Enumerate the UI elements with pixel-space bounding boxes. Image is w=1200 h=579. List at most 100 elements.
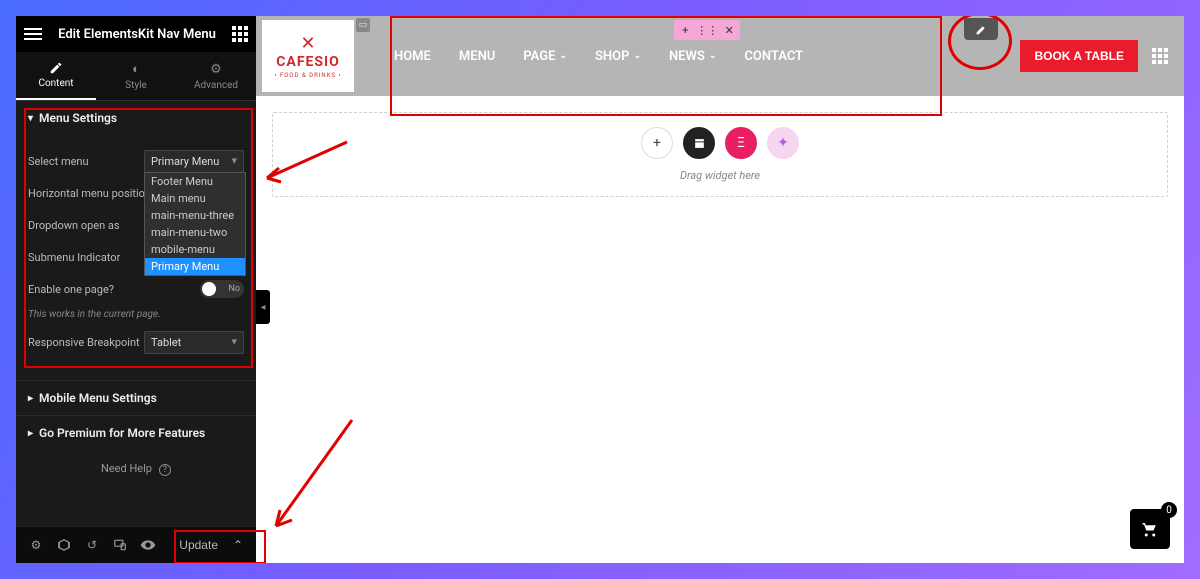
menu-option[interactable]: Footer Menu [145,173,245,190]
pencil-icon [975,23,988,36]
tab-style[interactable]: ◐ Style [96,52,176,100]
delete-section-icon[interactable]: ✕ [718,20,740,40]
drag-hint: Drag widget here [680,169,760,182]
nav-widget[interactable]: + ⋮⋮ ✕ HOME MENU PAGE ⌄ SHOP ⌄ NEWS ⌄ [394,16,1020,96]
tab-advanced[interactable]: ⚙ Advanced [176,52,256,100]
menu-option-selected[interactable]: Primary Menu [145,258,245,275]
breakpoint-field[interactable]: Tablet [144,331,244,354]
help-label: Need Help [101,462,152,475]
section-actions: + Ξ ✦ [641,127,799,159]
tab-content[interactable]: Content [16,52,96,100]
toggle-knob [202,282,216,296]
breakpoint-label: Responsive Breakpoint [28,336,140,349]
device-badge-icon[interactable]: ▭ [356,18,370,32]
site-header: ✕ CAFESIO • FOOD & DRINKS • ▭ + ⋮⋮ ✕ [256,16,1184,96]
nav-label: HOME [394,49,431,64]
header-grid-icon[interactable] [1152,48,1168,64]
caret-right-icon: ▸ [28,428,33,439]
template-icon[interactable] [683,127,715,159]
menu-option[interactable]: mobile-menu [145,241,245,258]
select-menu-label: Select menu [28,155,89,168]
menu-option[interactable]: main-menu-two [145,224,245,241]
add-widget-icon[interactable]: + [641,127,673,159]
sidebar-topbar: Edit ElementsKit Nav Menu [16,16,256,52]
chevron-down-icon: ⌄ [559,51,567,61]
cart-button[interactable]: 0 [1130,509,1170,549]
sidebar-tabs: Content ◐ Style ⚙ Advanced [16,52,256,101]
navigator-icon[interactable] [52,533,76,557]
nav-item-news[interactable]: NEWS ⌄ [669,49,716,64]
tab-label: Content [38,78,73,89]
cart-count: 0 [1161,502,1177,518]
preview-icon[interactable] [136,533,160,557]
logo-icon: ✕ [300,33,315,54]
elementskit-icon[interactable]: Ξ [725,127,757,159]
cart-icon [1141,520,1159,538]
toggle-value: No [228,284,240,294]
nav-item-home[interactable]: HOME [394,49,431,64]
nav-item-contact[interactable]: CONTACT [744,49,803,64]
breakpoint-value[interactable]: Tablet [144,331,244,354]
one-page-label: Enable one page? [28,283,114,296]
widgets-grid-icon[interactable] [232,26,248,42]
one-page-note: This works in the current page. [28,309,244,320]
select-menu-dropdown: Footer Menu Main menu main-menu-three ma… [144,172,246,276]
select-menu-value[interactable]: Primary Menu [144,150,244,173]
nav-label: MENU [459,49,495,64]
help-icon: ? [159,464,171,476]
empty-section[interactable]: + Ξ ✦ Drag widget here [272,112,1168,197]
section-menu-settings[interactable]: ▾ Menu Settings [16,101,256,135]
logo-text: CAFESIO [276,54,340,70]
sidebar-footer: ⚙ ↺ Update ⌃ [16,526,256,563]
chevron-down-icon: ⌄ [633,51,641,61]
nav-label: NEWS [669,49,705,64]
update-options[interactable]: ⌃ [228,533,248,557]
book-table-button[interactable]: BOOK A TABLE [1020,40,1138,72]
chevron-down-icon: ⌄ [709,51,717,61]
horizontal-pos-label: Horizontal menu positio [28,187,145,200]
section-mobile-menu[interactable]: ▸ Mobile Menu Settings [16,380,256,415]
responsive-icon[interactable] [108,533,132,557]
caret-down-icon: ▾ [28,113,33,124]
canvas: ✕ CAFESIO • FOOD & DRINKS • ▭ + ⋮⋮ ✕ [256,16,1184,563]
need-help[interactable]: Need Help ? [16,450,256,487]
menu-icon[interactable] [24,28,42,40]
dropdown-open-label: Dropdown open as [28,219,120,232]
select-menu-field[interactable]: Primary Menu Footer Menu Main menu main-… [144,150,244,173]
section-title: Go Premium for More Features [39,426,205,440]
menu-option[interactable]: Main menu [145,190,245,207]
nav-label: CONTACT [744,49,803,64]
gear-icon: ⚙ [210,62,222,77]
history-icon[interactable]: ↺ [80,533,104,557]
one-page-toggle[interactable]: No [200,280,244,298]
nav-item-page[interactable]: PAGE ⌄ [523,49,567,64]
tab-label: Style [125,80,147,91]
caret-right-icon: ▸ [28,393,33,404]
menu-settings-body: Select menu Primary Menu Footer Menu Mai… [16,135,256,368]
nav-label: SHOP [595,49,629,64]
nav-item-shop[interactable]: SHOP ⌄ [595,49,641,64]
primary-nav: HOME MENU PAGE ⌄ SHOP ⌄ NEWS ⌄ CONTACT [394,49,803,64]
nav-label: PAGE [523,49,555,64]
add-section-icon[interactable]: + [674,20,696,40]
section-premium[interactable]: ▸ Go Premium for More Features [16,415,256,450]
editor-title: Edit ElementsKit Nav Menu [42,27,232,42]
site-logo[interactable]: ✕ CAFESIO • FOOD & DRINKS • [262,20,354,92]
settings-panel: ▾ Menu Settings Select menu Primary Menu… [16,101,256,526]
drag-section-icon[interactable]: ⋮⋮ [696,20,718,40]
editor-sidebar: Edit ElementsKit Nav Menu Content ◐ Styl… [16,16,256,563]
update-button[interactable]: Update [169,532,228,558]
pencil-icon [49,61,63,75]
logo-subtext: • FOOD & DRINKS • [274,72,341,79]
ai-icon[interactable]: ✦ [767,127,799,159]
section-title: Mobile Menu Settings [39,391,157,405]
submenu-indicator-label: Submenu Indicator [28,251,120,264]
collapse-sidebar[interactable]: ◂ [256,290,270,324]
settings-icon[interactable]: ⚙ [24,533,48,557]
section-toolbar: + ⋮⋮ ✕ [674,20,740,40]
menu-option[interactable]: main-menu-three [145,207,245,224]
edit-widget-button[interactable] [964,18,998,40]
tab-label: Advanced [194,80,238,91]
style-icon: ◐ [132,61,140,77]
nav-item-menu[interactable]: MENU [459,49,495,64]
